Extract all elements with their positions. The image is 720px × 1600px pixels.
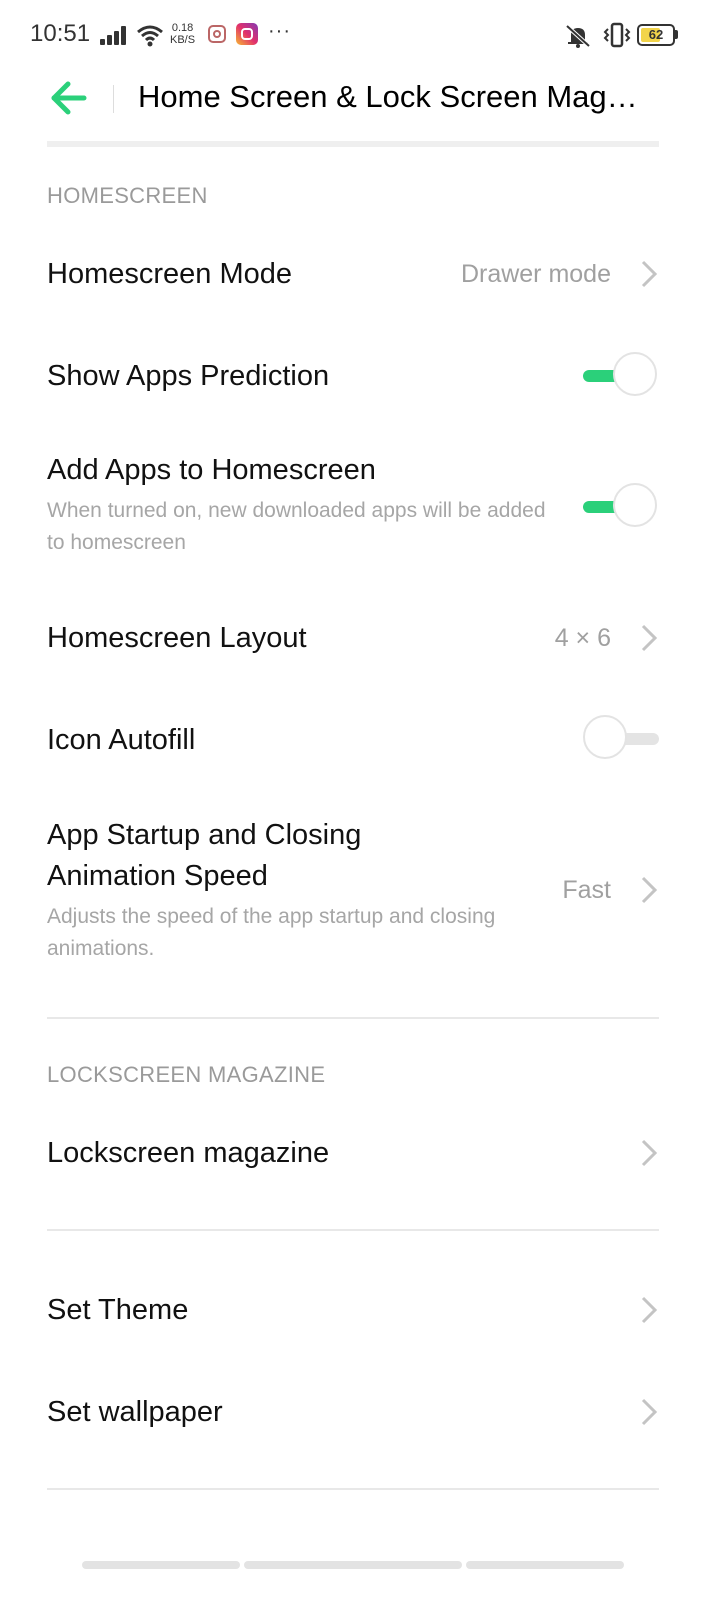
- instagram-notification-icon: [208, 25, 226, 43]
- instagram-app-icon: [236, 23, 258, 45]
- chevron-right-icon: [641, 876, 658, 904]
- show-apps-prediction-row: Show Apps Prediction: [47, 334, 659, 418]
- homescreen-layout-label: Homescreen Layout: [47, 622, 307, 654]
- battery-tip: [675, 30, 678, 39]
- show-apps-prediction-toggle[interactable]: [583, 351, 659, 401]
- header-divider: [113, 85, 114, 113]
- page-title: Home Screen & Lock Screen Magazine: [138, 79, 648, 114]
- homescreen-layout-value: 4 × 6: [554, 624, 611, 652]
- network-speed-unit: KB/S: [170, 34, 196, 46]
- chevron-right-icon: [641, 1398, 658, 1426]
- network-speed-value: 0.18: [171, 22, 194, 34]
- lockscreen-magazine-label: Lockscreen magazine: [47, 1137, 330, 1169]
- arrow-left-icon: [51, 81, 87, 115]
- homescreen-mode-value: Drawer mode: [460, 260, 611, 288]
- nav-hint-bar: [466, 1561, 624, 1569]
- chevron-right-icon: [641, 1296, 658, 1324]
- toggle-knob: [583, 715, 627, 759]
- add-apps-toggle[interactable]: [583, 482, 659, 532]
- section-header-homescreen: HOMESCREEN: [47, 183, 208, 208]
- mute-bell-icon: [563, 24, 593, 48]
- set-theme-label: Set Theme: [47, 1294, 189, 1326]
- battery-percent: 62: [648, 27, 664, 42]
- animation-speed-value: Fast: [562, 876, 611, 904]
- signal-icon: [100, 25, 128, 45]
- show-apps-prediction-label: Show Apps Prediction: [47, 360, 330, 392]
- wifi-icon: [136, 24, 164, 48]
- homescreen-mode-row[interactable]: Homescreen Mode Drawer mode: [47, 232, 659, 316]
- icon-autofill-label: Icon Autofill: [47, 724, 196, 756]
- animation-speed-row[interactable]: App Startup and Closing Animation Speed …: [47, 815, 659, 975]
- network-speed: 0.18 KB/S: [170, 22, 195, 46]
- back-button[interactable]: [46, 76, 94, 120]
- animation-speed-description: Adjusts the speed of the app startup and…: [47, 905, 496, 960]
- add-apps-description: When turned on, new downloaded apps will…: [47, 499, 546, 554]
- nav-hint-bar: [82, 1561, 240, 1569]
- lockscreen-magazine-row[interactable]: Lockscreen magazine: [47, 1111, 659, 1195]
- section-divider: [47, 1229, 659, 1231]
- header-separator: [47, 141, 659, 147]
- animation-speed-label: App Startup and Closing Animation Speed: [47, 819, 362, 892]
- status-time: 10:51: [30, 20, 91, 47]
- chevron-right-icon: [641, 624, 658, 652]
- toggle-knob: [613, 483, 657, 527]
- homescreen-mode-label: Homescreen Mode: [47, 258, 292, 290]
- add-apps-row: Add Apps to Homescreen When turned on, n…: [47, 450, 659, 570]
- chevron-right-icon: [641, 1139, 658, 1167]
- icon-autofill-row: Icon Autofill: [47, 698, 659, 782]
- set-wallpaper-label: Set wallpaper: [47, 1396, 223, 1428]
- more-notifications-icon: ···: [268, 20, 291, 42]
- section-divider: [47, 1017, 659, 1019]
- section-divider: [47, 1488, 659, 1490]
- set-wallpaper-row[interactable]: Set wallpaper: [47, 1370, 659, 1454]
- section-header-lockscreen: LOCKSCREEN MAGAZINE: [47, 1062, 326, 1087]
- toggle-knob: [613, 352, 657, 396]
- battery-icon: 62: [637, 24, 675, 46]
- set-theme-row[interactable]: Set Theme: [47, 1268, 659, 1352]
- add-apps-label: Add Apps to Homescreen: [47, 454, 376, 486]
- icon-autofill-toggle[interactable]: [583, 714, 659, 764]
- vibrate-icon: [603, 22, 631, 48]
- homescreen-layout-row[interactable]: Homescreen Layout 4 × 6: [47, 596, 659, 680]
- nav-hint-bar: [244, 1561, 462, 1569]
- chevron-right-icon: [641, 260, 658, 288]
